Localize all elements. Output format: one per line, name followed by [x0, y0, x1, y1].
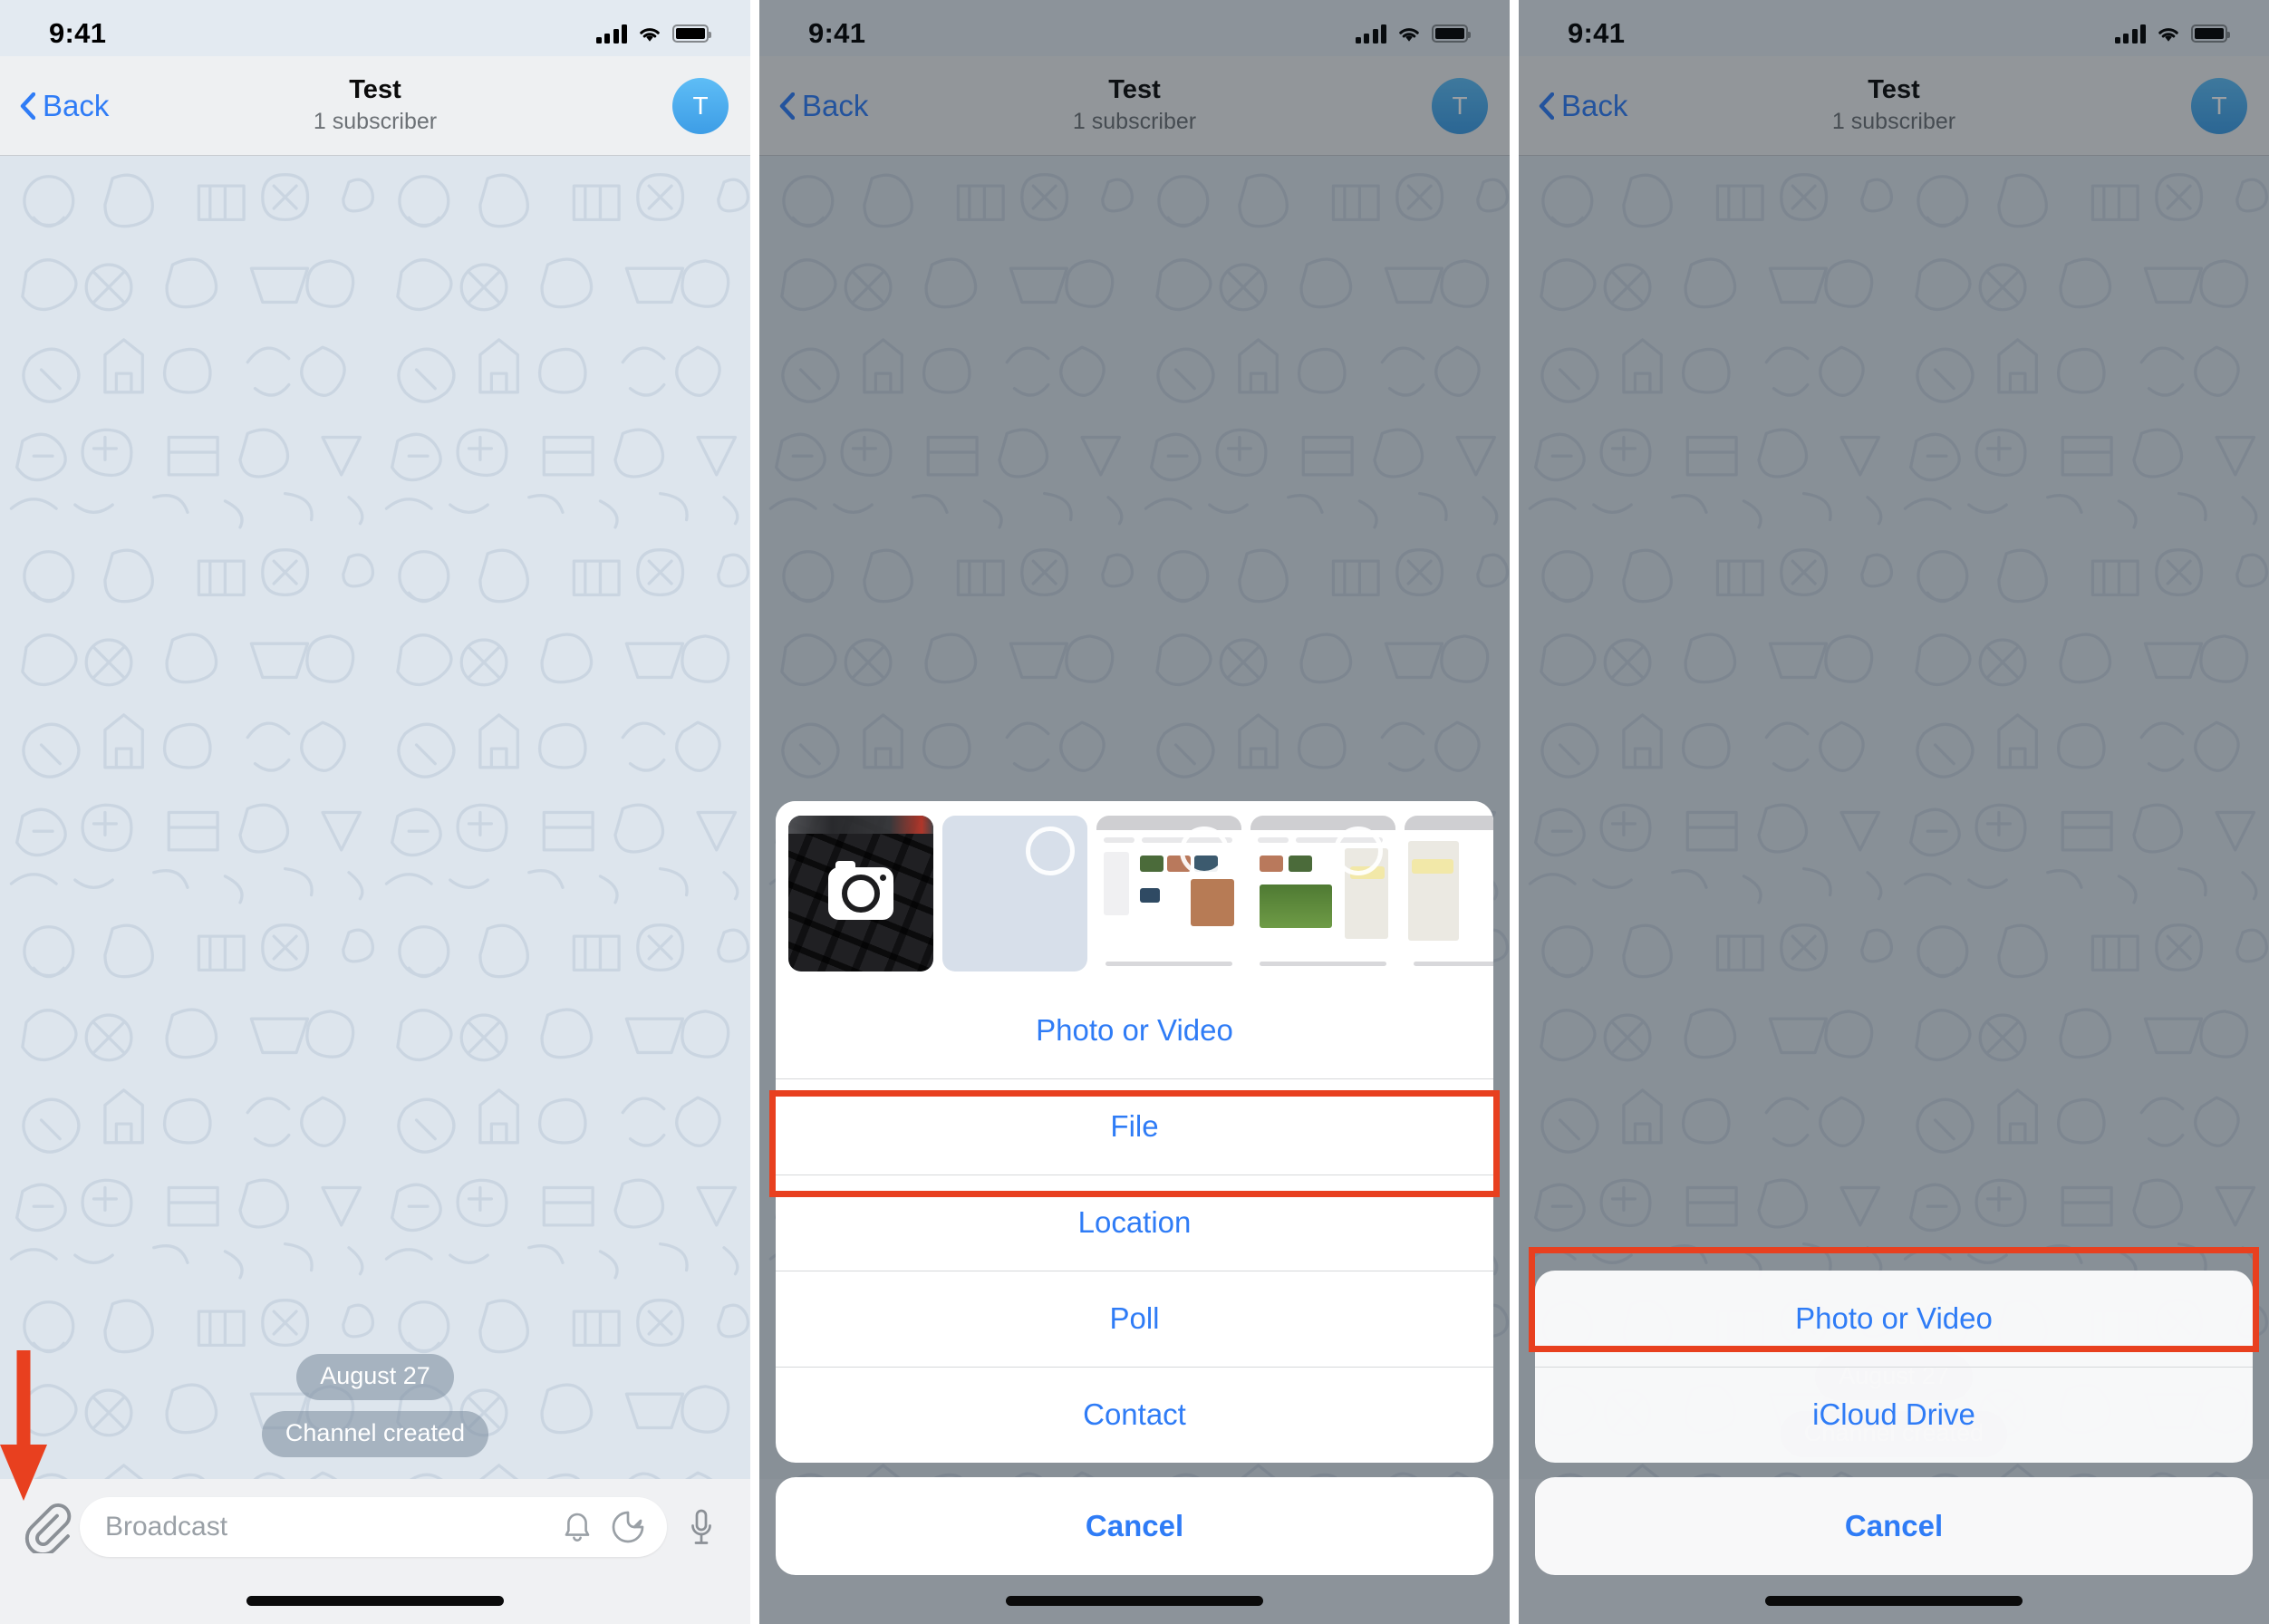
message-input[interactable]: Broadcast — [80, 1497, 667, 1557]
photo-tile[interactable] — [1096, 816, 1241, 972]
sheet-option-poll[interactable]: Poll — [776, 1271, 1493, 1367]
wifi-icon — [637, 24, 662, 44]
camera-tile[interactable] — [788, 816, 933, 972]
paperclip-icon — [20, 1501, 72, 1553]
cancel-sheet: Cancel — [776, 1477, 1493, 1575]
chat-area: August 27 Channel created — [0, 156, 750, 1479]
avatar[interactable]: T — [672, 77, 729, 134]
message-input-placeholder: Broadcast — [105, 1512, 228, 1542]
camera-icon — [828, 861, 893, 920]
panel-divider — [1510, 0, 1519, 1624]
sheet-option-contact[interactable]: Contact — [776, 1367, 1493, 1463]
voice-record-button[interactable] — [674, 1497, 729, 1557]
home-indicator — [246, 1596, 504, 1606]
photo-tile[interactable] — [942, 816, 1087, 972]
annotation-arrow-attach — [0, 1350, 51, 1504]
status-time: 9:41 — [49, 17, 107, 49]
sheet-option-photo-or-video[interactable]: Photo or Video — [1535, 1271, 2253, 1367]
service-message-badge: Channel created — [261, 1411, 489, 1457]
home-indicator — [1765, 1596, 2023, 1606]
battery-full-icon — [672, 24, 711, 43]
select-circle-icon[interactable] — [1180, 826, 1229, 875]
attach-button[interactable] — [16, 1497, 76, 1557]
file-source-action-sheet: Photo or Video iCloud Drive Cancel — [1519, 1271, 2269, 1624]
cancel-button[interactable]: Cancel — [776, 1477, 1493, 1575]
nav-title-block[interactable]: Test 1 subscriber — [0, 75, 750, 137]
attachment-options-sheet: Photo or Video File Location Poll Contac… — [776, 801, 1493, 1463]
status-bar: 9:41 — [0, 0, 750, 56]
subscriber-count: 1 subscriber — [313, 108, 438, 134]
photo-tile[interactable] — [1405, 816, 1493, 972]
panel-divider — [750, 0, 759, 1624]
chat-service-messages: August 27 Channel created — [0, 1354, 750, 1457]
sheet-option-file[interactable]: File — [776, 1078, 1493, 1174]
back-button-label: Back — [43, 88, 110, 122]
chevron-left-icon — [20, 92, 35, 120]
nav-bar: Back Test 1 subscriber T — [0, 56, 750, 156]
chat-wallpaper-doodles — [9, 173, 750, 1479]
bell-icon[interactable] — [562, 1510, 593, 1544]
sheet-option-photo-or-video[interactable]: Photo or Video — [776, 982, 1493, 1078]
microphone-icon — [688, 1506, 715, 1548]
photo-picker-strip[interactable] — [776, 801, 1493, 982]
select-circle-icon[interactable] — [1026, 826, 1075, 875]
back-button[interactable]: Back — [0, 89, 109, 123]
avatar-initial: T — [692, 91, 709, 120]
cancel-sheet: Cancel — [1535, 1477, 2253, 1575]
home-indicator — [1006, 1596, 1263, 1606]
phone-panel-3: Back Test 1 subscriber T Augu — [1519, 0, 2269, 1624]
select-circle-icon[interactable] — [1488, 826, 1493, 875]
page-title: Test — [349, 74, 401, 104]
phone-panel-1: 9:41 Back Test 1 subscriber T August 27 … — [0, 0, 750, 1624]
sheet-option-icloud-drive[interactable]: iCloud Drive — [1535, 1367, 2253, 1463]
cancel-button[interactable]: Cancel — [1535, 1477, 2253, 1575]
sticker-icon[interactable] — [611, 1510, 645, 1544]
sheet-option-location[interactable]: Location — [776, 1174, 1493, 1271]
attachment-action-sheet: Photo or Video File Location Poll Contac… — [759, 801, 1510, 1624]
date-badge: August 27 — [296, 1354, 454, 1400]
photo-tile[interactable] — [1250, 816, 1395, 972]
select-circle-icon[interactable] — [1334, 826, 1383, 875]
phone-panel-2: Back Test 1 subscriber T Augu — [759, 0, 1510, 1624]
signal-bars-icon — [595, 24, 627, 44]
file-source-sheet: Photo or Video iCloud Drive — [1535, 1271, 2253, 1463]
screenshot-panels: 9:41 Back Test 1 subscriber T August 27 … — [0, 0, 2269, 1624]
status-icons — [595, 14, 711, 44]
